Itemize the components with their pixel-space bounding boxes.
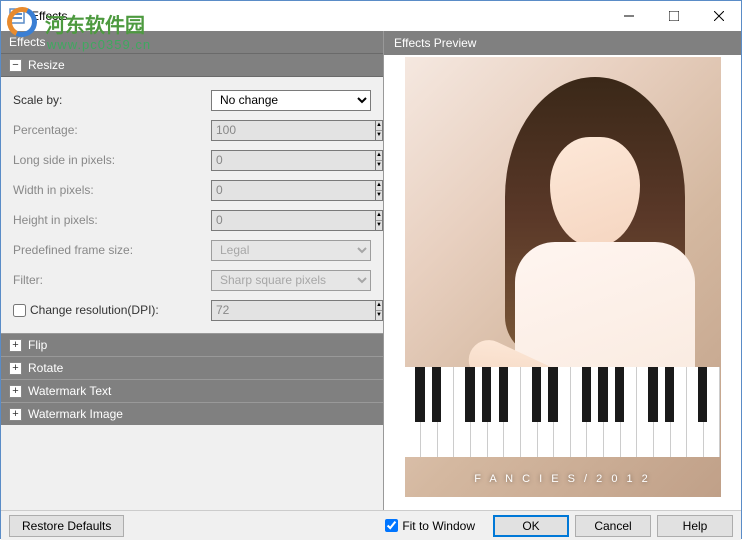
width-input	[211, 180, 375, 201]
minimize-button[interactable]	[606, 1, 651, 31]
preview-header: Effects Preview	[384, 31, 741, 55]
percentage-label: Percentage:	[13, 123, 211, 137]
spin-down-icon: ▼	[376, 191, 382, 200]
fit-to-window-label[interactable]: Fit to Window	[385, 519, 475, 533]
long-side-label: Long side in pixels:	[13, 153, 211, 167]
predefined-label: Predefined frame size:	[13, 243, 211, 257]
spin-down-icon: ▼	[376, 161, 382, 170]
resolution-checkbox[interactable]	[13, 304, 26, 317]
spin-down-icon: ▼	[376, 311, 382, 320]
collapse-icon: −	[9, 59, 22, 72]
window-title: Effects	[31, 9, 606, 23]
filter-label: Filter:	[13, 273, 211, 287]
help-button[interactable]: Help	[657, 515, 733, 537]
spin-up-icon: ▲	[376, 181, 382, 191]
height-label: Height in pixels:	[13, 213, 211, 227]
preview-caption: F A N C I E S / 2 0 1 2	[405, 473, 721, 485]
predefined-select: Legal	[211, 240, 371, 261]
watermark-text-section-header[interactable]: + Watermark Text	[1, 379, 383, 402]
percentage-input	[211, 120, 375, 141]
scale-by-label: Scale by:	[13, 93, 211, 107]
preview-image: F A N C I E S / 2 0 1 2	[405, 57, 721, 497]
width-label: Width in pixels:	[13, 183, 211, 197]
resolution-label: Change resolution(DPI):	[13, 303, 211, 317]
resize-section-header[interactable]: − Resize	[1, 54, 383, 77]
effects-header: Effects	[1, 31, 383, 54]
rotate-section-header[interactable]: + Rotate	[1, 356, 383, 379]
preview-area: F A N C I E S / 2 0 1 2	[384, 55, 741, 510]
cancel-button[interactable]: Cancel	[575, 515, 651, 537]
height-input	[211, 210, 375, 231]
spin-up-icon: ▲	[376, 301, 382, 311]
spin-up-icon: ▲	[376, 151, 382, 161]
ok-button[interactable]: OK	[493, 515, 569, 537]
close-button[interactable]	[696, 1, 741, 31]
expand-icon: +	[9, 408, 22, 421]
spin-up-icon: ▲	[376, 211, 382, 221]
scale-by-select[interactable]: No change	[211, 90, 371, 111]
fit-to-window-checkbox[interactable]	[385, 519, 398, 532]
long-side-input	[211, 150, 375, 171]
filter-select: Sharp square pixels	[211, 270, 371, 291]
maximize-button[interactable]	[651, 1, 696, 31]
app-icon	[9, 8, 25, 24]
effects-panel: Effects − Resize Scale by: No change Per…	[1, 31, 384, 510]
restore-defaults-button[interactable]: Restore Defaults	[9, 515, 124, 537]
spin-down-icon: ▼	[376, 221, 382, 230]
expand-icon: +	[9, 339, 22, 352]
bottom-bar: Restore Defaults Fit to Window OK Cancel…	[1, 510, 741, 540]
resolution-input	[211, 300, 375, 321]
expand-icon: +	[9, 385, 22, 398]
watermark-image-section-header[interactable]: + Watermark Image	[1, 402, 383, 425]
titlebar: Effects	[1, 1, 741, 31]
spin-up-icon: ▲	[376, 121, 382, 131]
expand-icon: +	[9, 362, 22, 375]
spin-down-icon: ▼	[376, 131, 382, 140]
flip-section-header[interactable]: + Flip	[1, 333, 383, 356]
